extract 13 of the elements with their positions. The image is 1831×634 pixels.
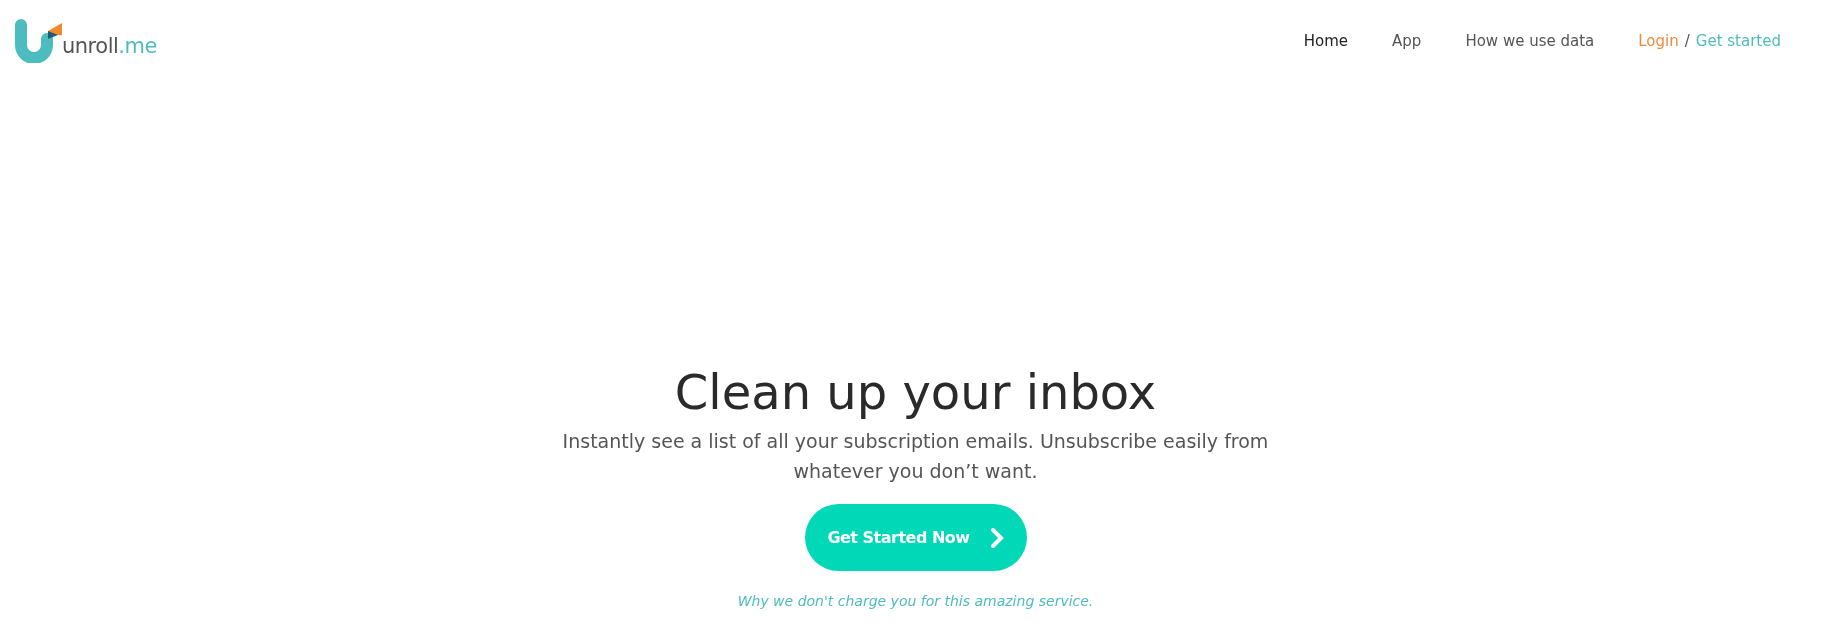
get-started-link[interactable]: Get started <box>1695 29 1781 53</box>
logo-text: unroll.me <box>62 36 157 57</box>
hero-subtitle: Instantly see a list of all your subscription emails. Unsubscribe easily from whatever you don’t want. <box>561 429 1270 484</box>
login-link[interactable]: Login <box>1638 29 1679 53</box>
hero-title: Clean up your inbox <box>674 363 1157 422</box>
chevron-right-icon <box>989 526 1004 549</box>
logo-icon <box>14 19 62 63</box>
nav-link[interactable]: Home <box>1303 29 1349 53</box>
nav-link[interactable]: App <box>1392 29 1422 53</box>
get-started-button[interactable]: Get Started Now <box>804 504 1027 571</box>
separator-text: / <box>1684 30 1690 52</box>
nav-link[interactable]: How we use data <box>1465 29 1595 53</box>
pricing-info-link[interactable]: Why we don't charge you for this amazing service. <box>737 591 1094 612</box>
